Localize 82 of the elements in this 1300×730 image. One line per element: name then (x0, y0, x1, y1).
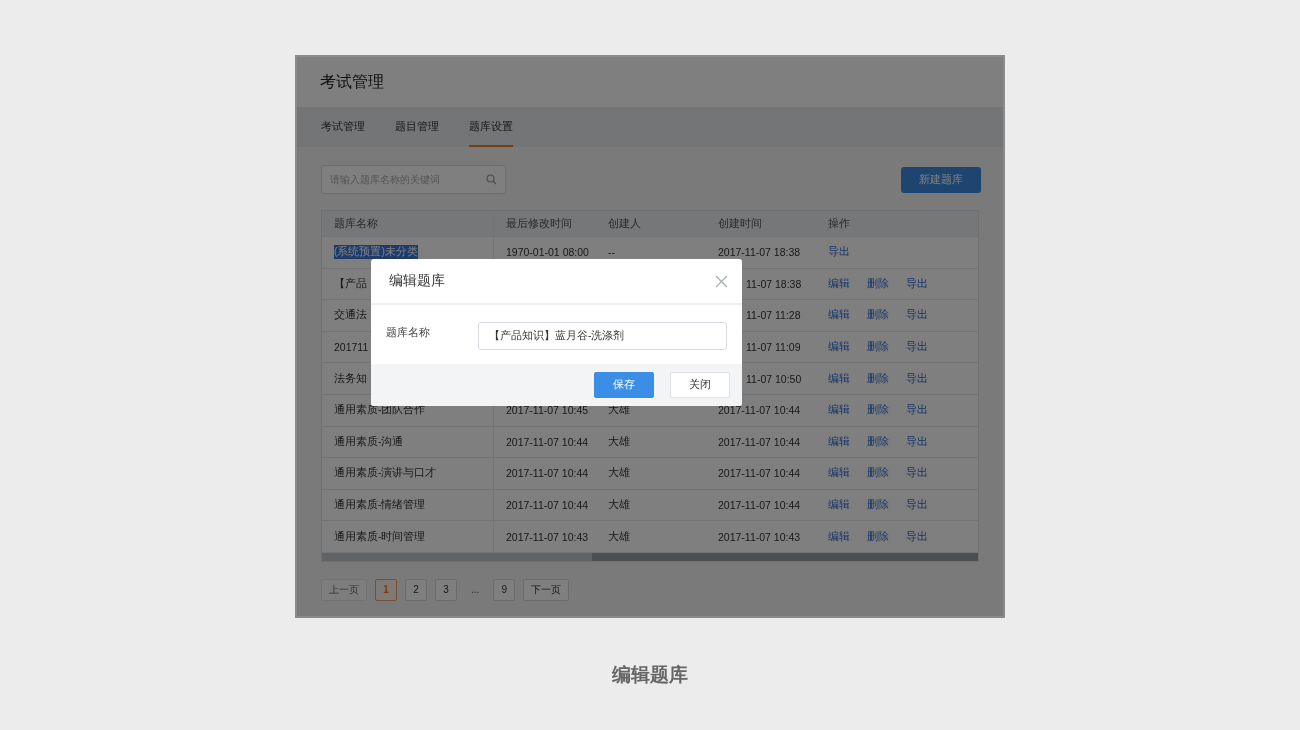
pagination-ellipsis: ... (470, 584, 481, 596)
action-link[interactable]: 删除 (867, 529, 889, 544)
table-cell: 2017-11-07 10:43 (718, 530, 801, 543)
action-link[interactable]: 删除 (867, 498, 889, 513)
table-cell: 11-07 10:50 (746, 372, 802, 385)
action-link[interactable]: 导出 (906, 276, 928, 291)
table-cell: 11-07 11:28 (746, 309, 801, 322)
action-link[interactable]: 编辑 (828, 529, 850, 544)
page-button[interactable]: 3 (435, 578, 457, 601)
table-cell: 2017-11-07 10:44 (718, 404, 801, 417)
action-link[interactable]: 删除 (867, 403, 889, 418)
action-link[interactable]: 删除 (867, 371, 889, 386)
table-cell: 大雄 (608, 466, 630, 481)
action-link[interactable]: 编辑 (828, 308, 850, 323)
action-link[interactable]: 编辑 (828, 466, 850, 481)
action-link[interactable]: 编辑 (828, 371, 850, 386)
field-label: 题库名称 (386, 325, 431, 340)
action-link[interactable]: 删除 (867, 466, 889, 481)
table-cell: 2017-11-07 10:44 (718, 435, 801, 448)
page-button[interactable]: 2 (405, 578, 427, 601)
table-cell: 2017-11-07 10:44 (718, 467, 801, 480)
search-icon (486, 174, 497, 185)
table-cell: 通用素质-演讲与口才 (334, 466, 437, 481)
action-link[interactable]: 删除 (867, 434, 889, 449)
name-input-field[interactable]: 【产品知识】蓝月谷-洗涤剂 (478, 321, 727, 350)
tab[interactable]: 题目管理 (395, 107, 439, 147)
save-button[interactable]: 保存 (594, 372, 654, 398)
column-header: 创建人 (608, 216, 641, 231)
table-cell: 大雄 (608, 434, 630, 449)
caption: 编辑题库 (612, 663, 688, 687)
table-cell: 【产品 (334, 276, 367, 291)
action-link[interactable]: 导出 (906, 340, 928, 355)
horizontal-scrollbar[interactable] (322, 552, 978, 561)
action-link[interactable]: 编辑 (828, 498, 850, 513)
dialog-title: 编辑题库 (389, 272, 445, 290)
table-cell: 大雄 (608, 498, 630, 513)
table-cell: 11-07 11:09 (746, 341, 801, 354)
action-link[interactable]: 导出 (906, 529, 928, 544)
table-cell: 通用素质-时间管理 (334, 529, 426, 544)
column-header: 创建时间 (718, 216, 762, 231)
action-link[interactable]: 删除 (867, 308, 889, 323)
page-button[interactable]: 9 (493, 578, 516, 601)
action-link[interactable]: 导出 (906, 466, 928, 481)
table-cell: 1970-01-01 08:00 (506, 246, 589, 259)
action-link[interactable]: 导出 (906, 371, 928, 386)
table-cell: 2017-11-07 10:45 (506, 404, 589, 417)
table-cell: 2017-11-07 10:44 (506, 435, 589, 448)
table-cell: 2017-11-07 10:44 (718, 499, 801, 512)
table-cell: 2017-11-07 10:44 (506, 499, 589, 512)
table-cell: 法务知 (334, 371, 367, 386)
table-cell: 交通法 (334, 308, 367, 323)
action-link[interactable]: 编辑 (828, 340, 850, 355)
action-link[interactable]: 删除 (867, 276, 889, 291)
action-link[interactable]: 导出 (906, 308, 928, 323)
table-cell: -- (608, 246, 615, 259)
table-cell: 2017-11-07 10:43 (506, 530, 589, 543)
column-header: 题库名称 (334, 216, 378, 231)
action-link[interactable]: 删除 (867, 340, 889, 355)
table-cell: 2017-11-07 18:38 (718, 246, 801, 259)
table-cell: 大雄 (608, 529, 630, 544)
close-icon[interactable] (715, 274, 728, 288)
tab[interactable]: 考试管理 (321, 107, 365, 147)
tab[interactable]: 题库设置 (469, 107, 513, 147)
action-link[interactable]: 导出 (906, 498, 928, 513)
new-bank-button[interactable]: 新建题库 (901, 166, 981, 193)
close-button[interactable]: 关闭 (670, 372, 730, 398)
table-cell: 2017-11-07 10:44 (506, 467, 589, 480)
action-link[interactable]: 编辑 (828, 434, 850, 449)
column-header: 操作 (828, 216, 850, 231)
table-cell: 通用素质-沟通 (334, 434, 404, 449)
action-link[interactable]: 导出 (906, 434, 928, 449)
page-button[interactable]: 1 (375, 578, 397, 601)
table-cell: 201711 (334, 341, 369, 354)
action-link[interactable]: 导出 (906, 403, 928, 418)
column-header: 最后修改时间 (506, 216, 572, 231)
action-link[interactable]: 编辑 (828, 403, 850, 418)
action-link[interactable]: 编辑 (828, 276, 850, 291)
page-title: 考试管理 (320, 71, 384, 92)
table-cell: 11-07 18:38 (746, 277, 802, 290)
table-cell: 通用素质-情绪管理 (334, 498, 426, 513)
table-cell: (系统预置)未分类 (334, 245, 418, 260)
action-link[interactable]: 导出 (828, 245, 850, 260)
